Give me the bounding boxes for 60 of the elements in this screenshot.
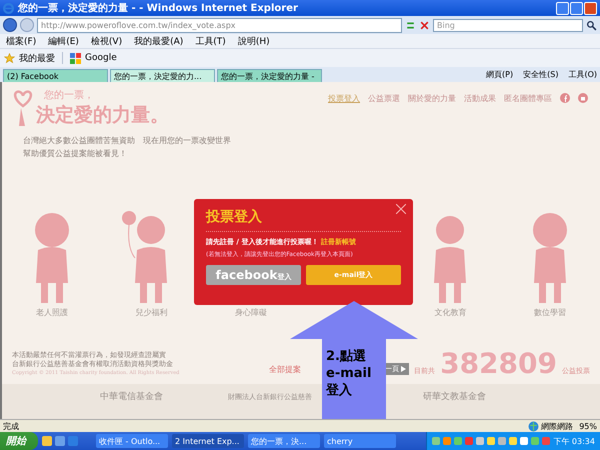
menu-item[interactable]: 工具(T) — [195, 34, 226, 48]
dialog-title: 投票登入 — [206, 208, 263, 226]
address-field[interactable]: http://www.poweroflove.com.tw/index_vote.aspx — [37, 18, 402, 32]
tagline-text: 台灣絕大多數公益團體苦無資助 現在用您的一票改變世界 幫助優質公益提案能被看見！ — [23, 135, 232, 160]
category-label[interactable]: 兒少福利 — [135, 307, 168, 318]
nav-link[interactable]: 關於愛的力量 — [408, 92, 456, 104]
sponsor-logo-text: 研華文教基金會 — [423, 390, 486, 403]
stop-icon[interactable] — [419, 20, 430, 30]
browser-tab[interactable]: (2) Facebook — [3, 69, 108, 82]
close-icon[interactable] — [396, 204, 406, 214]
all-proposals-link[interactable]: 全部提案 — [269, 364, 302, 375]
grid-logo-icon — [70, 52, 81, 64]
search-field[interactable]: Bing — [433, 18, 583, 32]
menu-item[interactable]: 編輯(E) — [48, 34, 79, 48]
zoom-level[interactable]: 95% — [579, 422, 597, 430]
annotation-text: 2.點選 e-mail 登入 — [326, 348, 372, 399]
menu-item[interactable]: 檔案(F) — [6, 34, 36, 48]
logo-title: 決定愛的力量。 — [36, 103, 169, 128]
nav-link[interactable]: 匿名團體專區 — [504, 92, 552, 104]
category-label[interactable]: 數位學習 — [534, 307, 566, 318]
category-label[interactable]: 文化教育 — [434, 307, 466, 318]
browser-tab[interactable]: 您的一票，決定愛的力... — [110, 69, 215, 82]
sponsor-logo-text: 中華電信基金會 — [100, 390, 163, 403]
clock: 下午 03:34 — [553, 436, 595, 446]
star-icon[interactable] — [4, 52, 15, 64]
browser-e-icon — [3, 2, 14, 14]
vote-count: 382809 — [440, 350, 557, 378]
taskbar-button[interactable]: 收件匣 - Outlo... — [96, 434, 168, 448]
security-zone: 網際網路 — [541, 420, 574, 432]
maximize-button[interactable] — [570, 2, 583, 14]
start-button[interactable]: 開始 — [0, 432, 38, 450]
category-label[interactable]: 身心障礙 — [235, 307, 268, 318]
menu-item[interactable]: 說明(H) — [238, 34, 270, 48]
status-text: 完成 — [3, 420, 19, 432]
taskbar-button[interactable]: 您的一票，決... — [248, 434, 320, 448]
search-icon[interactable] — [586, 20, 597, 30]
close-button[interactable] — [584, 2, 597, 14]
favorites-button[interactable]: 我的最愛 — [19, 52, 55, 64]
triangle-icon — [401, 366, 406, 372]
command-button[interactable]: 工具(O) — [568, 69, 597, 80]
logo-subtitle: 您的一票， — [44, 89, 95, 102]
menu-item[interactable]: 我的最愛(A) — [134, 34, 184, 48]
taskbar-button[interactable]: 2 Internet Exp... — [172, 434, 244, 448]
window-title: 您的一票，決定愛的力量 - - Windows Internet Explorer — [18, 1, 298, 15]
minimize-button[interactable] — [556, 2, 569, 14]
favorite-link[interactable]: Google — [85, 53, 117, 63]
category-label[interactable]: 老人照護 — [36, 307, 68, 318]
command-button[interactable]: 網頁(P) — [486, 69, 514, 80]
nav-link[interactable]: 公益票選 — [368, 92, 400, 104]
refresh-icon[interactable] — [405, 20, 416, 30]
nav-link[interactable]: 活動成果 — [464, 92, 496, 104]
command-button[interactable]: 安全性(S) — [523, 69, 558, 80]
menu-item[interactable]: 檢視(V) — [90, 34, 122, 48]
facebook-icon[interactable] — [560, 93, 570, 103]
back-button[interactable] — [3, 18, 17, 32]
nav-link[interactable]: 投票登入 — [328, 92, 360, 104]
heart-icon — [12, 90, 34, 128]
globe-icon — [528, 420, 540, 432]
taskbar-button[interactable]: cherry — [324, 434, 396, 448]
browser-tab[interactable]: 您的一票，決定愛的力量 - — [217, 69, 322, 82]
